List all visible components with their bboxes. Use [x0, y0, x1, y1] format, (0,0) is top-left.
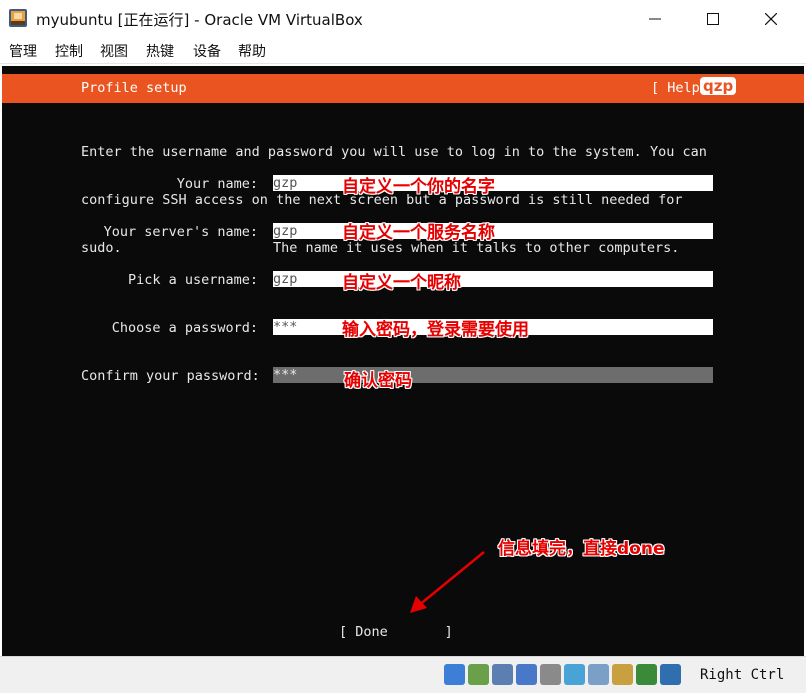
cpu-icon[interactable] — [612, 664, 633, 685]
keyboard-icon[interactable] — [660, 664, 681, 685]
minimize-button[interactable] — [626, 0, 684, 38]
maximize-icon — [707, 13, 719, 25]
intro-line: Enter the username and password you will… — [81, 144, 707, 160]
close-icon — [765, 13, 777, 25]
usb-icon[interactable] — [516, 664, 537, 685]
menu-item-help[interactable]: 帮助 — [238, 41, 266, 61]
confirm-password-label: Confirm your password: — [81, 368, 260, 384]
display-icon[interactable] — [564, 664, 585, 685]
menu-item-manage[interactable]: 管理 — [9, 41, 37, 61]
mouse-integration-icon[interactable] — [636, 664, 657, 685]
optical-drive-icon[interactable] — [444, 664, 465, 685]
window-title: myubuntu [正在运行] - Oracle VM VirtualBox — [36, 11, 363, 29]
username-value: gzp — [273, 271, 298, 287]
username-input[interactable] — [273, 271, 713, 287]
minimize-icon — [649, 18, 661, 20]
server-name-label: Your server's name: — [103, 224, 258, 240]
server-name-hint: The name it uses when it talks to other … — [273, 240, 680, 256]
menu-item-hotkey[interactable]: 热键 — [146, 41, 174, 61]
vm-status-bar — [0, 656, 806, 693]
menu-item-view[interactable]: 视图 — [100, 41, 128, 61]
menu-bar: 管理 控制 视图 热键 设备 帮助 — [0, 38, 806, 64]
password-label: Choose a password: — [111, 320, 258, 336]
maximize-button[interactable] — [684, 0, 742, 38]
menu-item-devices[interactable]: 设备 — [193, 41, 221, 61]
password-annotation: 输入密码，登录需要使用 — [342, 320, 529, 340]
status-icons — [444, 664, 681, 688]
shared-folders-icon[interactable] — [540, 664, 561, 685]
username-annotation: 自定义一个昵称 — [342, 273, 461, 293]
virtualbox-icon — [8, 8, 28, 28]
confirm-password-value: *** — [273, 367, 298, 383]
your-name-value: gzp — [273, 175, 298, 191]
done-annotation: 信息填完，直接done — [498, 539, 665, 559]
password-value: *** — [273, 319, 298, 335]
network-icon[interactable] — [492, 664, 513, 685]
page-title: Profile setup — [81, 80, 187, 96]
help-annotation-badge: qzp — [700, 77, 737, 95]
menu-item-control[interactable]: 控制 — [55, 41, 83, 61]
audio-icon[interactable] — [468, 664, 489, 685]
username-label: Pick a username: — [127, 272, 258, 288]
host-key-label: Right Ctrl — [700, 667, 785, 683]
confirm-password-input[interactable] — [273, 367, 713, 383]
annotation-arrow — [410, 551, 485, 613]
recording-icon[interactable] — [588, 664, 609, 685]
window-titlebar: myubuntu [正在运行] - Oracle VM VirtualBox — [0, 0, 806, 38]
your-name-label: Your name: — [176, 176, 258, 192]
done-button[interactable]: [ Done ] — [339, 624, 453, 640]
close-button[interactable] — [742, 0, 800, 38]
confirm-password-annotation: 确认密码 — [344, 371, 412, 391]
your-name-annotation: 自定义一个你的名字 — [342, 177, 495, 197]
server-name-value: gzp — [273, 223, 298, 239]
